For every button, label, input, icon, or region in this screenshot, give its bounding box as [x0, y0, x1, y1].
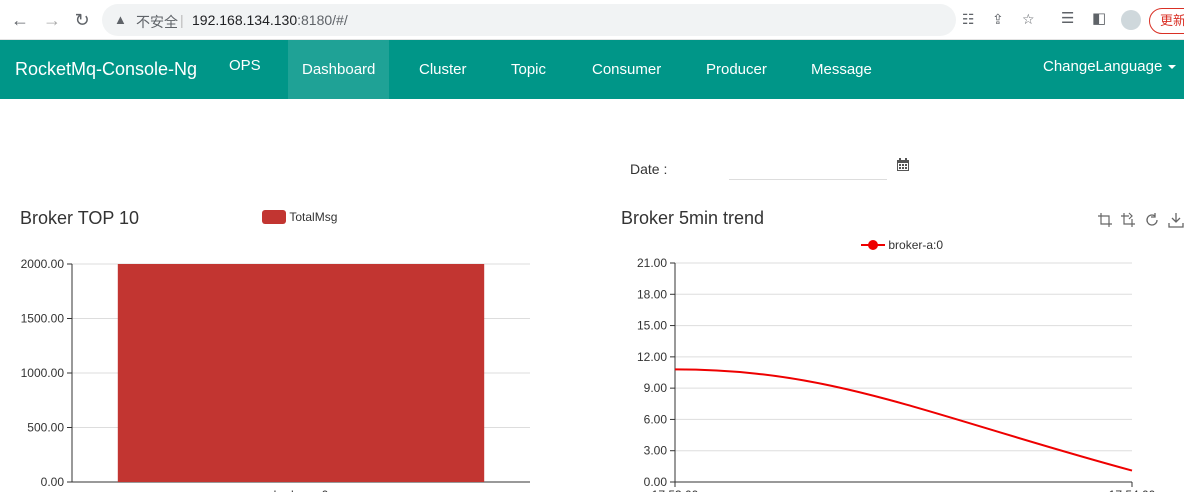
share-icon[interactable]: ⇪	[992, 11, 1004, 28]
address-separator: |	[180, 12, 184, 28]
address-bar[interactable]: ▲ 不安全 | 192.168.134.130:8180/#/ ☷ ⇪ ☆	[102, 4, 1035, 36]
nav-dashboard[interactable]: Dashboard	[288, 40, 390, 99]
broker-top10-title: Broker TOP 10	[20, 208, 140, 228]
url-host: 192.168.134.130	[192, 12, 298, 28]
date-label: Date :	[630, 161, 668, 177]
nav-cluster[interactable]: Cluster	[419, 40, 467, 99]
avatar[interactable]	[1121, 10, 1141, 30]
bar-legend[interactable]: TotalMsg	[262, 209, 337, 224]
x-tick-label: 17:54:00	[1109, 488, 1156, 492]
broker-trend-chart: 0.00 3.00 6.00 9.00 12.00 15.00 18.00 21.00 17:5…	[637, 256, 1156, 492]
y-tick-label: 3.00	[644, 444, 668, 458]
side-panel-icon[interactable]: ◧	[1092, 9, 1106, 27]
y-tick-label: 500.00	[27, 421, 64, 435]
zoom-icon[interactable]	[1097, 212, 1113, 228]
y-tick-label: 6.00	[644, 412, 668, 426]
arrow-left-icon[interactable]: ←	[8, 8, 32, 32]
y-tick-label: 1000.00	[21, 366, 65, 380]
refresh-icon[interactable]	[1144, 212, 1160, 228]
bar	[117, 264, 485, 482]
arrow-right-icon[interactable]: →	[40, 8, 64, 32]
calendar-icon[interactable]	[896, 158, 910, 172]
reading-list-icon[interactable]: ☰	[1061, 9, 1074, 27]
y-tick-label: 12.00	[637, 350, 667, 364]
caret-down-icon	[1168, 65, 1177, 70]
y-tick-label: 0.00	[644, 475, 668, 489]
legend-label: TotalMsg	[289, 209, 338, 224]
brand-title[interactable]: RocketMq-Console-Ng	[15, 59, 197, 80]
download-icon[interactable]	[1168, 212, 1184, 228]
nav-producer[interactable]: Producer	[706, 40, 767, 99]
broker-trend-title: Broker 5min trend	[621, 208, 765, 228]
y-tick-label: 15.00	[637, 319, 667, 333]
nav-topic[interactable]: Topic	[511, 40, 546, 99]
security-warning[interactable]: 不安全	[136, 12, 178, 32]
legend-swatch	[262, 209, 286, 224]
app-navbar: RocketMq-Console-Ng OPS Dashboard Cluste…	[0, 40, 1184, 99]
url-path: :8180/#/	[297, 12, 348, 28]
y-tick-label: 18.00	[637, 287, 667, 301]
y-tick-label: 21.00	[637, 256, 667, 270]
change-language-label: ChangeLanguage	[1043, 58, 1163, 75]
warning-icon[interactable]: ▲	[114, 12, 127, 27]
change-language-dropdown[interactable]: ChangeLanguage	[1043, 37, 1177, 96]
y-tick-label: 1500.00	[21, 312, 65, 326]
date-input[interactable]	[729, 158, 887, 180]
bookmark-star-icon[interactable]: ☆	[1022, 11, 1035, 28]
reload-icon[interactable]: ↻	[70, 8, 94, 32]
nav-message[interactable]: Message	[811, 40, 872, 99]
x-tick-label: broker-a:0	[274, 488, 329, 492]
y-tick-label: 2000.00	[21, 257, 65, 271]
update-button[interactable]: 更新	[1149, 8, 1184, 34]
browser-toolbar: ← → ↻ ▲ 不安全 | 192.168.134.130:8180/#/ ☷ …	[0, 0, 1184, 40]
series-line	[674, 368, 1133, 472]
broker-top10-chart: 0.00 500.00 1000.00 1500.00 2000.00 broker-a:…	[21, 257, 530, 492]
nav-ops[interactable]: OPS	[229, 36, 261, 95]
zoom-reset-icon[interactable]	[1120, 212, 1136, 228]
x-tick-label: 17:53:00	[652, 488, 699, 492]
y-tick-label: 0.00	[41, 475, 65, 489]
nav-consumer[interactable]: Consumer	[592, 40, 661, 99]
translate-icon[interactable]: ☷	[962, 11, 975, 28]
y-tick-label: 9.00	[644, 381, 668, 395]
url-text[interactable]: 192.168.134.130:8180/#/	[192, 12, 348, 28]
